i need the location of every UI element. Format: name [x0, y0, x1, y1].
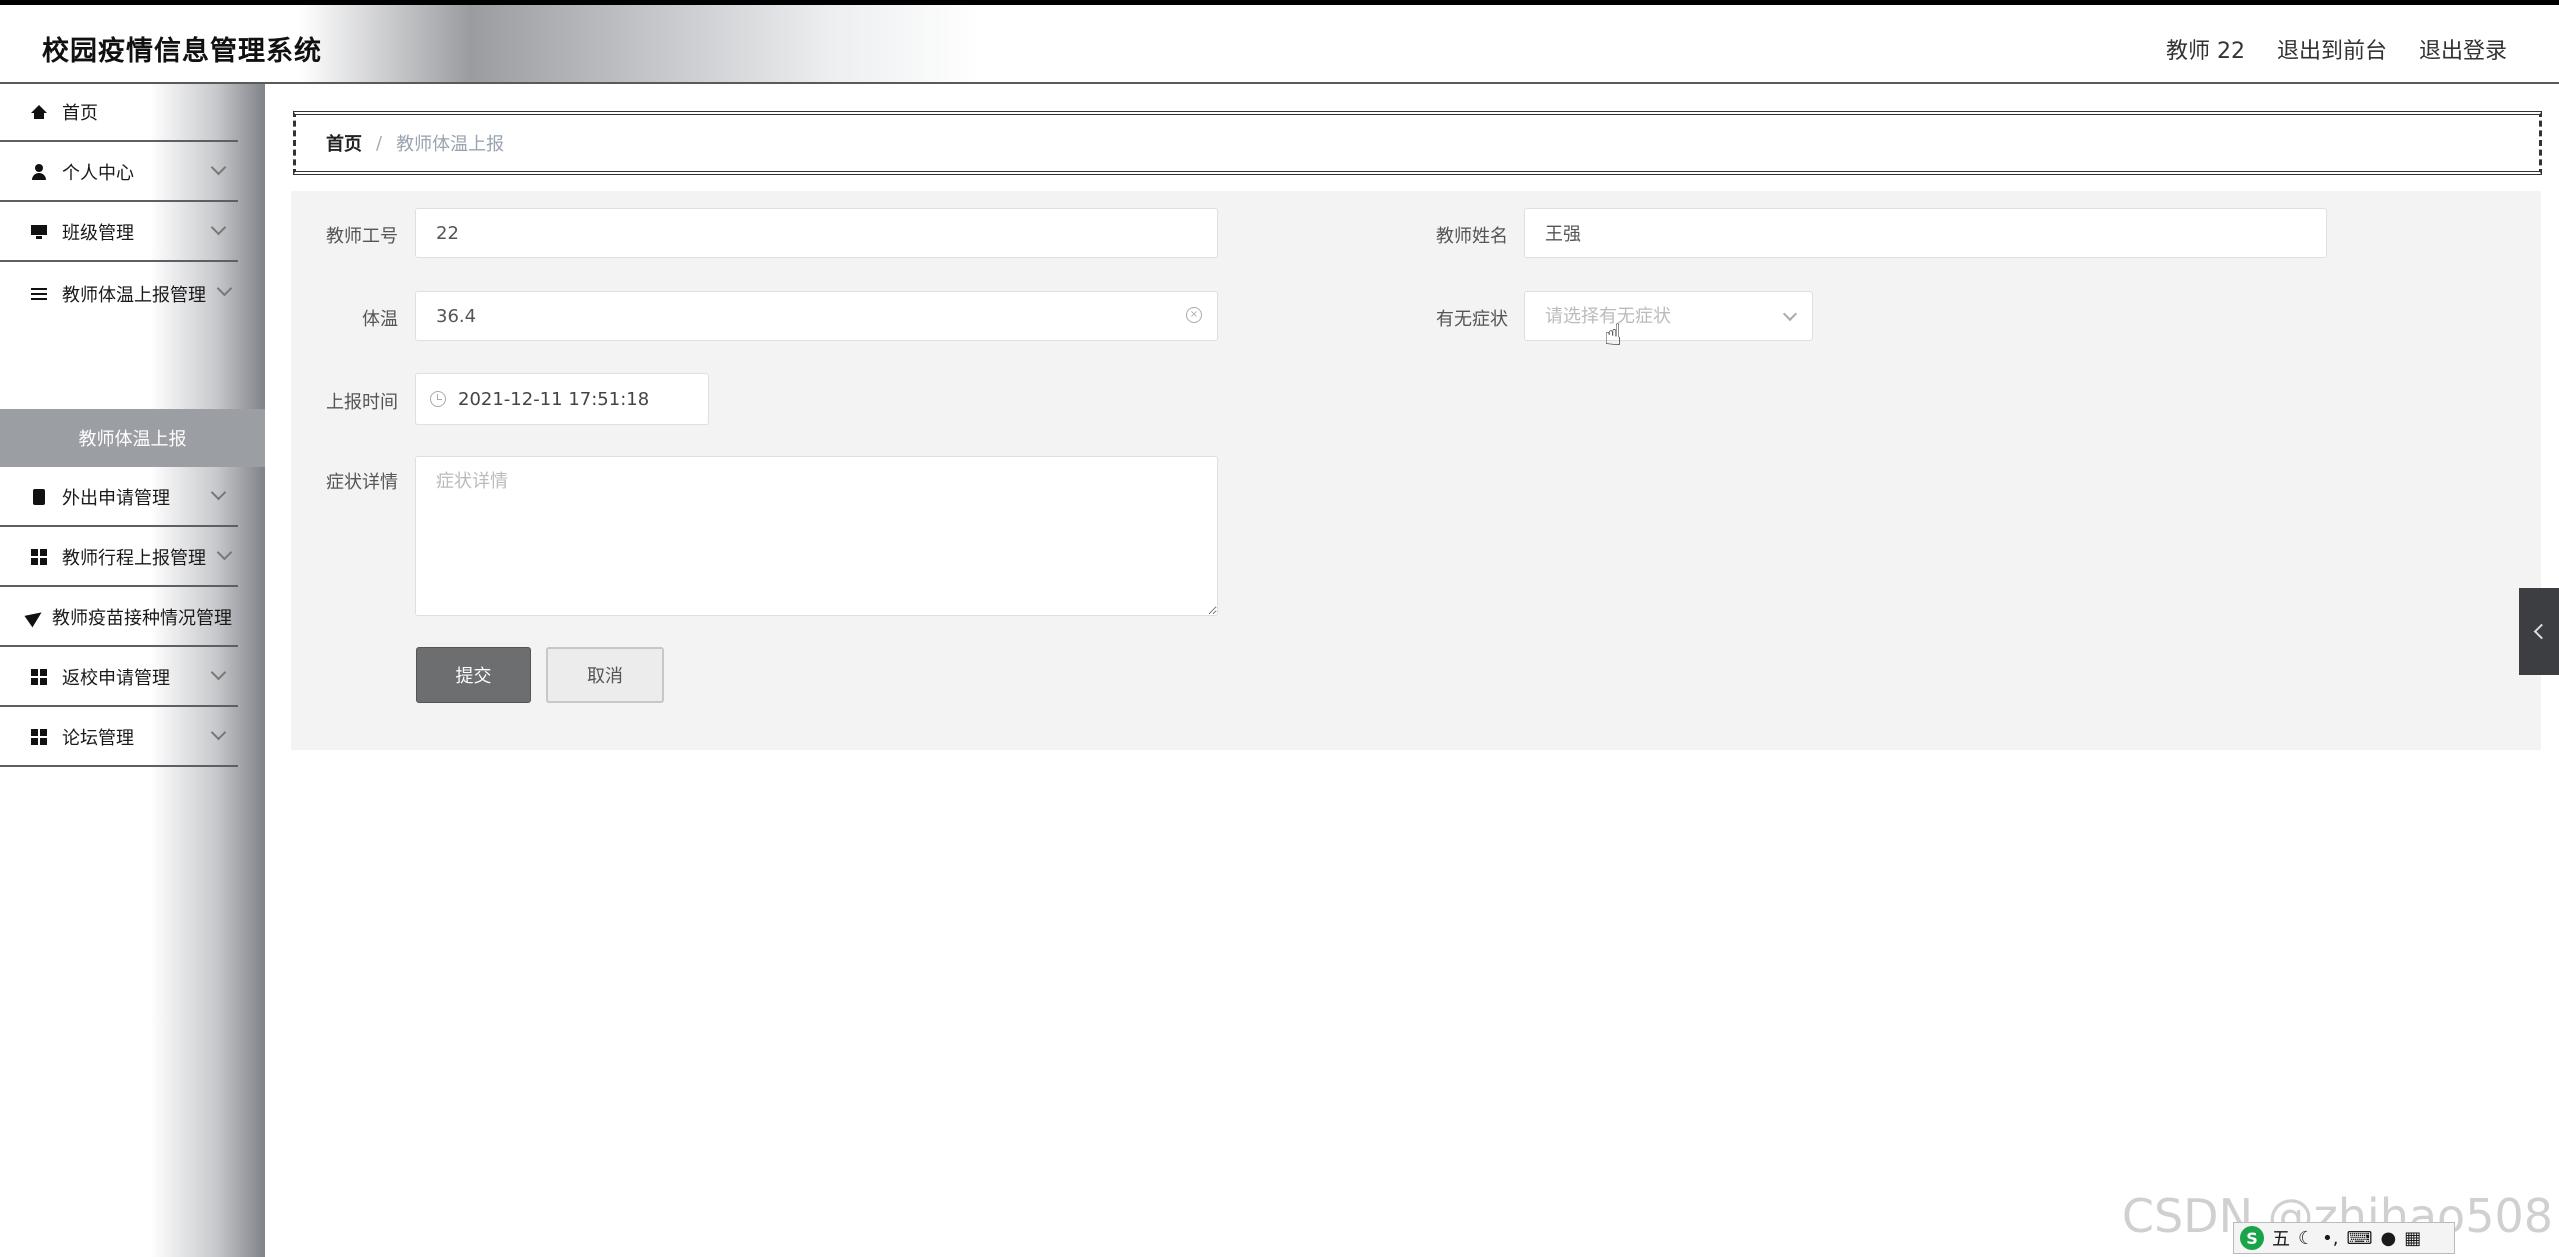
symptom-label: 有无症状	[1436, 309, 1508, 330]
user-icon	[30, 163, 48, 181]
logout-link[interactable]: 退出登录	[2419, 33, 2507, 65]
sidebar-subitem-temperature-report[interactable]: 教师体温上报	[0, 409, 265, 467]
report-time-value: 2021-12-11 17:51:18	[458, 388, 650, 410]
submit-button[interactable]: 提交	[416, 647, 531, 703]
sidebar-item-label: 教师体温上报管理	[62, 285, 206, 306]
clipboard-icon	[30, 488, 48, 506]
report-time-picker[interactable]: 2021-12-11 17:51:18	[415, 373, 709, 425]
breadcrumb: 首页 / 教师体温上报	[293, 111, 2542, 175]
collapse-panel-tab[interactable]	[2519, 588, 2559, 675]
teacher-id-label: 教师工号	[326, 226, 398, 247]
grid-icon	[30, 728, 48, 746]
teacher-id-input[interactable]	[415, 208, 1218, 258]
ime-logo-icon[interactable]: S	[2240, 1226, 2264, 1250]
symptom-details-textarea[interactable]	[415, 456, 1218, 616]
chevron-down-icon	[210, 159, 227, 176]
breadcrumb-separator: /	[376, 132, 383, 154]
grid-icon[interactable]: ▦	[2404, 1228, 2421, 1249]
sidebar-item-label: 返校申请管理	[62, 668, 170, 689]
breadcrumb-current: 教师体温上报	[396, 134, 505, 155]
sidebar-subitem-label: 教师体温上报	[78, 429, 187, 450]
sidebar-item-label: 论坛管理	[62, 728, 134, 749]
sidebar-item-outing-application[interactable]: 外出申请管理	[0, 469, 238, 527]
symptom-select[interactable]	[1524, 291, 1813, 341]
punctuation-icon[interactable]: •,	[2322, 1228, 2338, 1249]
app-title: 校园疫情信息管理系统	[42, 36, 322, 67]
sidebar-item-personal-center[interactable]: 个人中心	[0, 144, 238, 202]
home-icon	[30, 103, 48, 121]
chevron-down-icon	[210, 664, 227, 681]
top-header: 校园疫情信息管理系统 教师 22 退出到前台 退出登录	[0, 0, 2559, 84]
ime-toolbar[interactable]: S 五 ☾ •, ⌨ ● ▦	[2233, 1222, 2455, 1254]
sidebar-item-forum[interactable]: 论坛管理	[0, 709, 238, 767]
breadcrumb-home[interactable]: 首页	[326, 130, 362, 156]
sidebar-item-label: 教师疫苗接种情况管理	[52, 608, 232, 629]
sidebar-item-itinerary-report[interactable]: 教师行程上报管理	[0, 529, 238, 587]
current-user-label[interactable]: 教师 22	[2166, 33, 2245, 65]
symptom-details-label: 症状详情	[326, 472, 398, 493]
monitor-icon	[30, 223, 48, 241]
sidebar-item-temperature-management[interactable]: 教师体温上报管理	[0, 265, 238, 323]
sidebar-item-return-application[interactable]: 返校申请管理	[0, 649, 238, 707]
grid-icon	[30, 668, 48, 686]
chevron-down-icon	[216, 544, 233, 561]
sidebar: 首页 个人中心 班级管理 教师体温上报管理 教师体温上报 外出申请管理 教师行程…	[0, 84, 265, 1257]
sliders-icon	[30, 285, 48, 303]
header-actions: 教师 22 退出到前台 退出登录	[2166, 33, 2507, 65]
clear-icon[interactable]: ×	[1186, 307, 1202, 323]
sidebar-item-label: 教师行程上报管理	[62, 548, 206, 569]
teacher-name-label: 教师姓名	[1436, 226, 1508, 247]
exit-to-front-link[interactable]: 退出到前台	[2277, 33, 2387, 65]
sidebar-item-home[interactable]: 首页	[0, 84, 238, 142]
cancel-button[interactable]: 取消	[546, 647, 664, 703]
sidebar-item-vaccination[interactable]: 教师疫苗接种情况管理	[0, 589, 238, 647]
teacher-name-input[interactable]	[1524, 208, 2327, 258]
moon-icon[interactable]: ☾	[2298, 1228, 2314, 1249]
chevron-down-icon	[210, 724, 227, 741]
hand-cursor-icon: ☝	[1604, 318, 1623, 353]
sidebar-item-label: 外出申请管理	[62, 488, 170, 509]
ime-mode-label[interactable]: 五	[2272, 1225, 2290, 1251]
user-icon[interactable]: ●	[2380, 1228, 2396, 1249]
sidebar-item-class-management[interactable]: 班级管理	[0, 204, 238, 262]
chevron-down-icon	[210, 219, 227, 236]
grid-icon	[30, 548, 48, 566]
report-time-label: 上报时间	[326, 392, 398, 413]
sidebar-item-label: 首页	[62, 103, 98, 124]
keyboard-icon[interactable]: ⌨	[2346, 1228, 2372, 1249]
chevron-down-icon	[210, 484, 227, 501]
paper-plane-icon	[24, 606, 46, 628]
chevron-left-icon	[2533, 623, 2549, 640]
temperature-label: 体温	[362, 309, 398, 330]
sidebar-item-label: 个人中心	[62, 163, 134, 184]
temperature-input[interactable]	[415, 291, 1218, 341]
clock-icon	[430, 391, 446, 407]
chevron-down-icon	[216, 280, 233, 297]
sidebar-item-label: 班级管理	[62, 223, 134, 244]
